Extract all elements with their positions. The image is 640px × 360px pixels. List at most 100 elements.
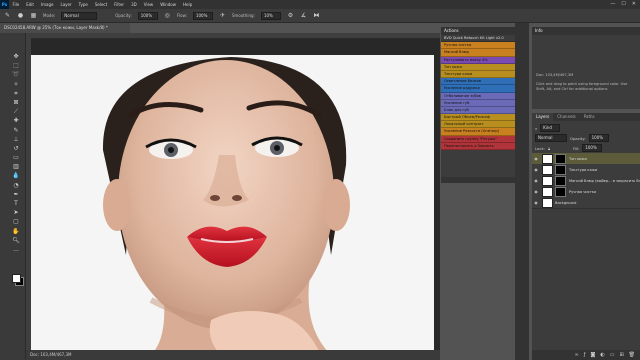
blend-mode-select[interactable]: Normal <box>535 134 567 142</box>
action-item[interactable]: Тон кожи <box>441 63 515 71</box>
layer-thumbnail[interactable] <box>542 164 553 175</box>
action-item[interactable]: Сохранить группу "Ретушь" <box>441 135 515 143</box>
move-tool-icon[interactable]: ✥ <box>12 53 20 60</box>
visibility-eye-icon[interactable]: ◉ <box>532 167 540 172</box>
visibility-eye-icon[interactable]: ◉ <box>532 189 540 194</box>
action-item[interactable]: Растушевать маску 4% <box>441 56 515 64</box>
new-layer-icon[interactable]: ⊞ <box>619 352 623 358</box>
add-mask-icon[interactable]: ◙ <box>590 352 595 358</box>
action-item[interactable]: Отбеливание зубов <box>441 92 515 100</box>
ruler-horizontal[interactable] <box>26 33 440 39</box>
layer-opacity-field[interactable]: 100% <box>588 134 609 142</box>
menu-view[interactable]: View <box>140 2 157 7</box>
tab-channels[interactable]: Channels <box>553 113 580 121</box>
visibility-eye-icon[interactable]: ◉ <box>532 200 540 205</box>
menu-image[interactable]: Image <box>37 2 57 7</box>
symmetry-icon[interactable]: ⧓ <box>313 12 320 19</box>
layer-mask-thumbnail[interactable] <box>555 175 566 186</box>
fx-icon[interactable]: ƒ <box>584 352 586 358</box>
menu-3d[interactable]: 3D <box>128 2 141 7</box>
action-item[interactable]: Осветление белков <box>441 78 515 86</box>
zoom-tool-icon[interactable]: 🔍︎ <box>12 237 20 244</box>
marquee-tool-icon[interactable]: ⬚ <box>12 62 20 69</box>
gradient-tool-icon[interactable]: ▥ <box>12 163 20 170</box>
gear-icon[interactable]: ⚙ <box>287 12 294 19</box>
minimize-button[interactable]: — <box>610 1 615 7</box>
adjustment-layer-icon[interactable]: ◐ <box>600 352 604 358</box>
smoothing-field[interactable]: 10% <box>260 11 281 20</box>
layer-row[interactable]: ◉ Background <box>532 197 640 209</box>
app-logo: Ps <box>0 0 9 9</box>
visibility-eye-icon[interactable]: ◉ <box>532 156 540 161</box>
menu-help[interactable]: Help <box>179 2 195 7</box>
history-brush-tool-icon[interactable]: ↺ <box>12 145 20 152</box>
layer-thumbnail[interactable] <box>542 153 553 164</box>
brush-settings-icon[interactable]: ▦ <box>30 12 37 19</box>
lock-icon[interactable]: 🔒︎ <box>548 146 550 151</box>
action-item[interactable]: Перенастроить и Закрыть <box>441 142 515 150</box>
layer-thumbnail[interactable] <box>542 186 553 197</box>
link-layers-icon[interactable]: ∞ <box>575 352 579 358</box>
menu-select[interactable]: Select <box>91 2 110 7</box>
layer-mask-thumbnail[interactable] <box>555 186 566 197</box>
dodge-tool-icon[interactable]: ◔ <box>12 182 20 189</box>
menu-window[interactable]: Window <box>157 2 180 7</box>
filter-search-icon[interactable]: ⌕ <box>535 126 537 131</box>
layer-thumbnail[interactable] <box>542 175 553 186</box>
action-item[interactable]: Быстрый Объем/Рельеф <box>441 114 515 122</box>
flow-field[interactable]: 100% <box>192 11 213 20</box>
action-item[interactable]: Мягкий блюр <box>441 49 515 57</box>
menu-layer[interactable]: Layer <box>57 2 75 7</box>
maximize-button[interactable]: ☐ <box>621 1 625 7</box>
quick-select-tool-icon[interactable]: ✧ <box>12 81 20 88</box>
action-item[interactable]: Текстура кожи <box>441 70 515 79</box>
blur-tool-icon[interactable]: 💧 <box>12 172 20 179</box>
menu-file[interactable]: File <box>9 2 23 7</box>
layer-mask-thumbnail[interactable] <box>555 153 566 164</box>
brush-tool-icon[interactable]: ✎ <box>4 12 11 19</box>
brush-preset-icon[interactable]: ● <box>17 12 24 19</box>
action-item[interactable]: Блик для губ <box>441 106 515 115</box>
action-item[interactable]: Усиление радужки <box>441 85 515 93</box>
path-select-tool-icon[interactable]: ➤ <box>12 209 20 216</box>
action-item[interactable]: Локальный контраст <box>441 121 515 129</box>
document-canvas[interactable] <box>31 55 434 355</box>
new-group-icon[interactable]: ▭ <box>610 352 615 358</box>
action-item[interactable]: Ручная чистка <box>441 42 515 50</box>
menu-filter[interactable]: Filter <box>111 2 128 7</box>
healing-brush-tool-icon[interactable]: ✚ <box>12 117 20 124</box>
pen-tool-icon[interactable]: ✒ <box>12 191 20 198</box>
brush-tool-icon[interactable]: ✎ <box>12 127 20 134</box>
angle-icon[interactable]: ∡ <box>300 12 307 19</box>
layer-thumbnail[interactable] <box>542 197 553 208</box>
mode-select[interactable]: Normal <box>61 11 98 20</box>
more-tools-icon[interactable]: … <box>12 246 20 253</box>
hand-tool-icon[interactable]: ✋ <box>12 228 20 235</box>
action-item[interactable]: Усиление губ <box>441 99 515 107</box>
eraser-tool-icon[interactable]: ▭ <box>12 154 20 161</box>
eyedropper-tool-icon[interactable]: ⟋ <box>12 108 20 115</box>
document-tab[interactable]: DSC02458.ARW @ 25% (Тон кожи, Layer Mask… <box>0 23 130 33</box>
crop-tool-icon[interactable]: ⌗ <box>12 90 20 97</box>
menu-edit[interactable]: Edit <box>23 2 38 7</box>
action-item[interactable]: Усиление Резкости (Unsharp) <box>441 128 515 136</box>
action-item[interactable]: BVD Quick Retouch Kit Light v2.0 <box>441 35 515 43</box>
trash-icon[interactable]: 🗑︎ <box>629 352 635 358</box>
visibility-eye-icon[interactable]: ◉ <box>532 178 540 183</box>
tab-layers[interactable]: Layers <box>532 113 554 121</box>
rectangle-tool-icon[interactable]: ▢ <box>12 218 20 225</box>
menu-type[interactable]: Type <box>75 2 91 7</box>
opacity-field[interactable]: 100% <box>137 11 158 20</box>
close-button[interactable]: ✕ <box>632 1 636 7</box>
fill-field[interactable]: 100% <box>582 144 603 152</box>
foreground-color-swatch[interactable] <box>12 274 21 283</box>
frame-tool-icon[interactable]: ⊠ <box>12 99 20 106</box>
lasso-tool-icon[interactable]: ➰ <box>12 71 20 78</box>
pressure-opacity-icon[interactable]: ◎ <box>164 12 171 19</box>
airbrush-icon[interactable]: ✈ <box>219 12 226 19</box>
layer-kind-select[interactable]: Kind <box>540 124 561 132</box>
type-tool-icon[interactable]: T <box>12 200 20 207</box>
layer-mask-thumbnail[interactable] <box>555 164 566 175</box>
tab-paths[interactable]: Paths <box>580 113 599 121</box>
clone-stamp-tool-icon[interactable]: ⊥ <box>12 136 20 143</box>
